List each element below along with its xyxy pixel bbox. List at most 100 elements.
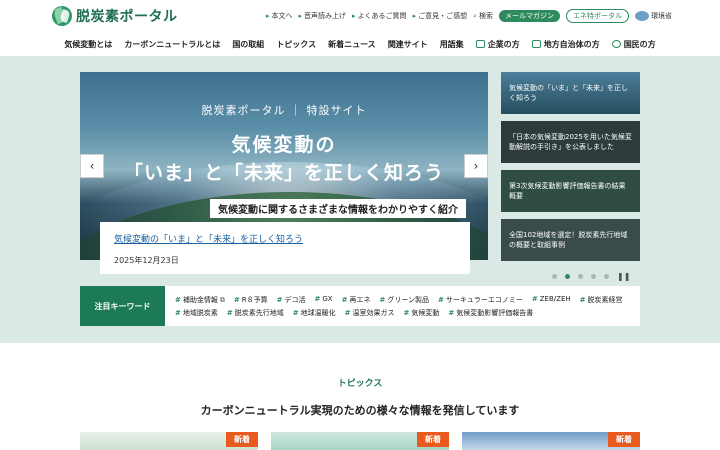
nav-item-local-gov[interactable]: 地方自治体の方 (531, 39, 600, 50)
keyword-label: 脱炭素経営 (587, 295, 623, 304)
keyword-tag[interactable]: # 温室効果ガス (345, 308, 395, 318)
hash-icon: # (448, 308, 455, 317)
keyword-tag[interactable]: # 脱炭素経営 (580, 295, 623, 305)
mail-magazine-button[interactable]: メールマガジン (499, 10, 560, 22)
util-link-label: 音声読み上げ (304, 12, 347, 20)
keyword-label: 気候変動 (411, 308, 440, 317)
slider-dot[interactable] (591, 274, 596, 279)
slider-dot[interactable] (552, 274, 557, 279)
nav-audience-label: 国民の方 (623, 39, 656, 49)
util-link-feedback[interactable]: ▸ ご意見・ご感想 (413, 11, 468, 21)
hash-icon: # (579, 295, 586, 304)
keyword-tag[interactable]: # 再エネ (342, 295, 371, 305)
chevron-right-icon: › (473, 159, 479, 173)
keyword-tag[interactable]: # ZEB/ZEH (532, 295, 571, 305)
hash-icon: # (314, 294, 321, 303)
slide-caption: 気候変動の「いま」と「未来」を正しく知ろう 2025年12月23日 (100, 222, 470, 274)
hash-icon: # (292, 308, 299, 317)
topic-card[interactable]: 新着 (271, 432, 449, 450)
slide-caption-date: 2025年12月23日 (114, 256, 179, 265)
nav-item-news[interactable]: 新着ニュース (328, 39, 376, 50)
util-link-read-aloud[interactable]: ▸ 音声読み上げ (299, 11, 347, 21)
slide-thumbnail[interactable]: 全国102地域を選定！脱炭素先行地域の概要と取組事例 (501, 219, 640, 261)
util-link-label: 検索 (479, 12, 493, 20)
utility-links: ▸ 本文へ ▸ 音声読み上げ ▸ よくあるご質問 ▸ ご意見・ご感想 ⌕ 検索 メールマガ… (266, 9, 672, 23)
hash-icon: # (403, 308, 410, 317)
nav-item-national[interactable]: 国の取組 (232, 39, 264, 50)
ene-portal-button[interactable]: エネ特ポータル (566, 9, 629, 23)
featured-keywords: 注目キーワード # 補助金情報 ⧉ # R８予算 # デコ活 # GX # 再エネ # グリー… (80, 286, 640, 326)
city-hall-icon (531, 40, 541, 48)
slider-pagination: ❚❚ (552, 272, 630, 281)
new-badge: 新着 (226, 432, 258, 447)
slider-dot-active[interactable] (565, 274, 570, 279)
global-nav: 気候変動とは カーボンニュートラルとは 国の取組 トピックス 新着ニュース 関連… (0, 34, 720, 54)
keyword-label: ZEB/ZEH (539, 294, 571, 303)
slide-subtitle: 気候変動に関するさまざまな情報をわかりやすく紹介 (210, 199, 466, 218)
nav-audience-label: 地方自治体の方 (543, 39, 600, 49)
slider-dot[interactable] (604, 274, 609, 279)
hash-icon: # (341, 295, 348, 304)
keyword-tag[interactable]: # デコ活 (277, 295, 306, 305)
nav-item-topics[interactable]: トピックス (276, 39, 316, 50)
keyword-label: 補助金情報 (182, 295, 218, 304)
keyword-tag[interactable]: # 補助金情報 ⧉ (175, 295, 225, 305)
chevron-right-icon: ▸ (352, 12, 356, 20)
keyword-label: GX (322, 294, 333, 303)
keyword-tag[interactable]: # 地球温暖化 (293, 308, 336, 318)
logo-leaf-icon (52, 6, 72, 26)
slide-caption-link[interactable]: 気候変動の「いま」と「未来」を正しく知ろう (114, 232, 456, 245)
keyword-label: サーキュラーエコノミー (445, 295, 523, 304)
nav-item-related[interactable]: 関連サイト (388, 39, 428, 50)
slide-thumbnail-list: 気候変動の「いま」と「未来」を正しく知ろう 「日本の気候変動2025を用いた気候… (501, 72, 640, 268)
nav-item-glossary[interactable]: 用語集 (440, 39, 464, 50)
util-link-search[interactable]: ⌕ 検索 (473, 11, 493, 21)
keyword-tag[interactable]: # 気候変動影響評価報告書 (448, 308, 533, 318)
nav-item-citizens[interactable]: 国民の方 (611, 39, 656, 50)
slider-dot[interactable] (578, 274, 583, 279)
topic-card[interactable]: 新着 (462, 432, 640, 450)
keyword-tag[interactable]: # 地域脱炭素 (175, 308, 218, 318)
hash-icon: # (233, 295, 240, 304)
keyword-label: 脱炭素先行地域 (234, 308, 284, 317)
nav-item-business[interactable]: 企業の方 (475, 39, 520, 50)
new-badge: 新着 (608, 432, 640, 447)
slide-title-line1: 気候変動の (231, 134, 337, 156)
hash-icon: # (379, 295, 386, 304)
people-icon (611, 40, 621, 48)
site-logo[interactable]: 脱炭素ポータル (52, 6, 178, 26)
keyword-tag[interactable]: # GX (315, 295, 333, 305)
nav-audience-label: 企業の方 (487, 39, 520, 49)
keyword-tag[interactable]: # 気候変動 (404, 308, 440, 318)
keyword-tag[interactable]: # サーキュラーエコノミー (438, 295, 523, 305)
nav-item-climate[interactable]: 気候変動とは (64, 39, 112, 50)
util-link-skip[interactable]: ▸ 本文へ (266, 11, 293, 21)
topics-section-label: トピックス (337, 379, 383, 389)
search-icon: ⌕ (473, 11, 477, 20)
keyword-label: R８予算 (241, 295, 268, 304)
keyword-tag[interactable]: # R８予算 (234, 295, 268, 305)
util-link-label: よくあるご質問 (357, 12, 407, 20)
keyword-label: 再エネ (349, 295, 371, 304)
slider-next-button[interactable]: › (464, 154, 488, 178)
keyword-tag[interactable]: # グリーン製品 (379, 295, 429, 305)
nav-item-carbon-neutral[interactable]: カーボンニュートラルとは (124, 39, 220, 50)
pause-icon[interactable]: ❚❚ (617, 272, 630, 281)
slide-thumbnail[interactable]: 「日本の気候変動2025を用いた気候変動解説の手引き」を公表しました (501, 121, 640, 163)
ministry-logo[interactable]: 環境省 (635, 11, 672, 21)
util-link-faq[interactable]: ▸ よくあるご質問 (352, 11, 407, 21)
slider-prev-button[interactable]: ‹ (80, 154, 104, 178)
keyword-label: 地球温暖化 (300, 308, 336, 317)
topic-card[interactable]: 新着 (80, 432, 258, 450)
keyword-label: 気候変動影響評価報告書 (456, 308, 534, 317)
hash-icon: # (226, 308, 233, 317)
site-header: 脱炭素ポータル ▸ 本文へ ▸ 音声読み上げ ▸ よくあるご質問 ▸ ご意見・ご感想 ⌕… (0, 0, 720, 56)
slide-thumbnail[interactable]: 第3次気候変動影響評価報告書の結果概要 (501, 170, 640, 212)
keyword-tag[interactable]: # 脱炭素先行地域 (227, 308, 284, 318)
ministry-emblem-icon (635, 11, 649, 21)
topics-heading: カーボンニュートラル実現のための様々な情報を発信しています (200, 404, 520, 417)
hash-icon: # (175, 308, 181, 317)
slide-thumbnail[interactable]: 気候変動の「いま」と「未来」を正しく知ろう (501, 72, 640, 114)
chevron-right-icon: ▸ (266, 12, 270, 20)
keyword-label: 温室効果ガス (352, 308, 395, 317)
